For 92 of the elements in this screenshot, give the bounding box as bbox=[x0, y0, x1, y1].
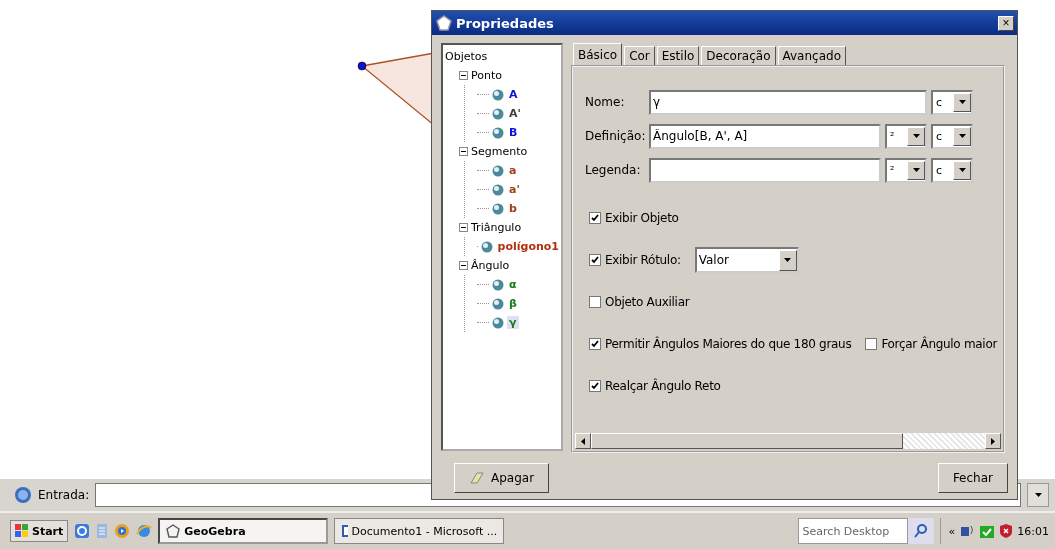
search-icon[interactable] bbox=[912, 523, 929, 539]
checkbox[interactable] bbox=[589, 380, 601, 392]
sphere-icon bbox=[492, 202, 504, 215]
start-button[interactable]: Start bbox=[10, 520, 69, 542]
text-field[interactable]: Ângulo[B, A', A] bbox=[649, 123, 881, 149]
windows-logo-icon bbox=[15, 524, 29, 538]
tree-item[interactable]: Ângulo bbox=[471, 259, 510, 272]
checkbox-label[interactable]: Realçar Ângulo Reto bbox=[605, 379, 721, 393]
scrollbar[interactable] bbox=[575, 433, 1001, 449]
checkbox-label[interactable]: Exibir Objeto bbox=[605, 211, 679, 225]
document-icon bbox=[341, 524, 348, 538]
tree-item[interactable]: β bbox=[507, 297, 519, 310]
field-label: Definição: bbox=[585, 129, 645, 143]
checkbox-label[interactable]: Forçar Ângulo maior bbox=[881, 337, 998, 351]
sphere-icon bbox=[492, 107, 504, 120]
field-label: Nome: bbox=[585, 95, 626, 109]
checkbox[interactable] bbox=[589, 254, 601, 266]
tree-item[interactable]: Triângulo bbox=[471, 221, 522, 234]
shield-icon[interactable] bbox=[999, 523, 1014, 539]
tree-item[interactable]: Ponto bbox=[471, 69, 502, 82]
label-dropdown[interactable]: Valor bbox=[694, 247, 799, 273]
caret-icon bbox=[958, 134, 966, 138]
check-icon[interactable] bbox=[979, 523, 996, 539]
network-icon[interactable] bbox=[959, 523, 976, 539]
input-label: Entrada: bbox=[38, 488, 90, 502]
media-player-icon[interactable] bbox=[114, 523, 131, 539]
close-button[interactable]: × bbox=[998, 15, 1014, 31]
tab[interactable]: Avançado bbox=[777, 46, 846, 65]
sphere-icon bbox=[492, 126, 504, 139]
symbol-dropdown[interactable]: ² bbox=[885, 123, 927, 149]
checkbox-label[interactable]: Permitir Ângulos Maiores do que 180 graus bbox=[605, 337, 852, 351]
tree-item[interactable]: Segmento bbox=[471, 145, 528, 158]
symbol-dropdown[interactable]: c bbox=[931, 89, 973, 115]
collapse-icon[interactable] bbox=[459, 261, 468, 270]
sphere-icon bbox=[492, 316, 504, 329]
tree-item[interactable]: a bbox=[507, 164, 519, 177]
search-field[interactable]: Search Desktop bbox=[797, 518, 908, 544]
sphere-icon bbox=[492, 88, 504, 101]
tab[interactable]: Básico bbox=[573, 43, 623, 65]
tree-item[interactable]: a' bbox=[507, 183, 522, 196]
delete-button[interactable]: Apagar bbox=[454, 463, 550, 493]
window-title: Propriedades bbox=[456, 15, 555, 31]
caret-icon bbox=[912, 168, 920, 172]
close-dialog-button[interactable]: Fechar bbox=[937, 463, 1008, 493]
eraser-icon bbox=[469, 471, 485, 485]
sphere-icon bbox=[492, 297, 504, 310]
caret-icon bbox=[784, 258, 792, 262]
text-field[interactable]: γ bbox=[649, 89, 927, 115]
checkbox[interactable] bbox=[865, 338, 878, 350]
tree-item[interactable]: A' bbox=[507, 107, 523, 120]
collapse-icon[interactable] bbox=[459, 147, 468, 156]
symbol-dropdown[interactable]: c bbox=[931, 157, 973, 183]
tab[interactable]: Estilo bbox=[656, 46, 700, 65]
tab[interactable]: Cor bbox=[624, 46, 655, 65]
checkbox-label[interactable]: Exibir Rótulo: bbox=[605, 253, 681, 267]
collapse-icon[interactable] bbox=[459, 223, 468, 232]
pentagon-icon bbox=[166, 524, 181, 538]
tree-item[interactable]: γ bbox=[507, 316, 519, 329]
tree-item[interactable]: Objetos bbox=[445, 50, 488, 63]
tray-toggle[interactable]: « bbox=[948, 524, 956, 538]
tab[interactable]: Decoração bbox=[701, 46, 776, 65]
sphere-icon bbox=[492, 278, 504, 291]
checkbox[interactable] bbox=[589, 212, 601, 224]
caret-icon bbox=[1034, 493, 1042, 497]
app-icon bbox=[435, 14, 453, 32]
sphere-icon bbox=[492, 183, 504, 196]
field-label: Legenda: bbox=[585, 163, 642, 177]
tree-item[interactable]: polígono1 bbox=[495, 240, 561, 253]
caret-icon bbox=[958, 168, 966, 172]
tree-item[interactable]: B bbox=[507, 126, 520, 139]
clock: 16:01 bbox=[1017, 524, 1049, 538]
caret-icon bbox=[958, 100, 966, 104]
sphere-icon bbox=[492, 164, 504, 177]
caret-icon bbox=[912, 134, 920, 138]
checkbox-label[interactable]: Objeto Auxiliar bbox=[605, 295, 690, 309]
right-arrow-icon bbox=[991, 437, 995, 445]
collapse-icon[interactable] bbox=[459, 71, 468, 80]
taskbar-button[interactable]: Documento1 - Microsoft ... bbox=[334, 518, 505, 544]
browser-icon[interactable] bbox=[74, 523, 91, 539]
taskbar-button[interactable]: GeoGebra bbox=[158, 518, 329, 544]
help-icon[interactable] bbox=[14, 486, 32, 504]
sphere-icon bbox=[480, 240, 493, 253]
symbol-dropdown[interactable]: c bbox=[931, 123, 973, 149]
tree-item[interactable]: A bbox=[507, 88, 520, 101]
checkbox[interactable] bbox=[589, 296, 601, 308]
dropdown-button[interactable] bbox=[1027, 483, 1049, 507]
left-arrow-icon bbox=[581, 437, 585, 445]
tree-item[interactable]: b bbox=[507, 202, 519, 215]
tree-item[interactable]: α bbox=[507, 278, 519, 291]
text-field[interactable] bbox=[649, 157, 881, 183]
checkbox[interactable] bbox=[589, 338, 601, 350]
symbol-dropdown[interactable]: ² bbox=[885, 157, 927, 183]
